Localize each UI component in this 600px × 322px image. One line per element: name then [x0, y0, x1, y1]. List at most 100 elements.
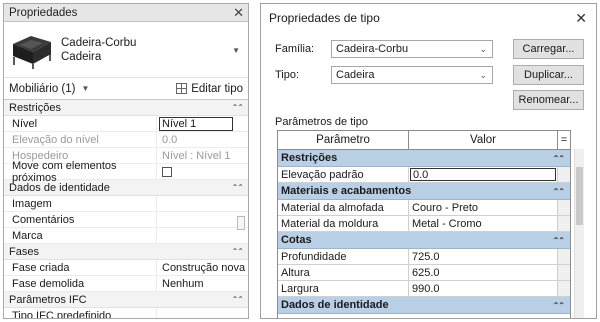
group-label: Dados de identidade	[9, 181, 110, 194]
property-row: Move com elementos próximos	[4, 160, 248, 184]
column-header-formula[interactable]: =	[558, 131, 570, 149]
parameter-value[interactable]: 0.0	[409, 167, 558, 182]
property-value: Nível : Nível 1	[162, 149, 231, 162]
grid-section-identity[interactable]: Dados de identidade ⌃⌃	[278, 297, 570, 314]
close-icon[interactable]: ✕	[575, 10, 587, 27]
chevron-down-icon[interactable]: ▼	[232, 46, 240, 55]
move-with-nearby-checkbox[interactable]	[162, 166, 172, 177]
collapse-icon[interactable]: ⌃⌃	[553, 236, 565, 245]
parameter-value[interactable]: 990.0	[409, 281, 558, 296]
property-name: Marca	[4, 228, 157, 243]
family-value: Cadeira-Corbu	[336, 43, 409, 55]
collapse-icon[interactable]: ⌃⌃	[232, 103, 244, 112]
default-elevation-input[interactable]: 0.0	[410, 168, 556, 181]
property-name: Fase criada	[4, 260, 157, 275]
property-name: Nível	[4, 116, 157, 131]
type-value: Cadeira	[336, 69, 375, 81]
property-value[interactable]: Construção nova	[157, 260, 248, 275]
formula-cell[interactable]	[558, 249, 570, 264]
property-value[interactable]: Nível 1	[157, 116, 248, 131]
rename-button[interactable]: Renomear...	[513, 90, 584, 110]
edit-type-button[interactable]: Editar tipo	[176, 83, 243, 95]
collapse-icon[interactable]: ⌃⌃	[232, 295, 244, 304]
chevron-down-icon: ▼	[81, 84, 90, 93]
collapse-icon[interactable]: ⌃⌃	[553, 154, 565, 163]
formula-cell[interactable]	[558, 216, 570, 231]
section-label: Restrições	[281, 152, 338, 164]
grid-section-dimensions[interactable]: Cotas ⌃⌃	[278, 232, 570, 249]
section-label: Dados de identidade	[281, 299, 389, 311]
property-name: Tipo IFC predefinido	[4, 308, 157, 318]
chair-thumbnail-icon	[13, 35, 51, 69]
properties-palette: Propriedades ✕ Cadeira-Corbu Cadeira ▼ M…	[3, 3, 249, 319]
group-label: Fases	[9, 245, 39, 258]
parameter-name: Largura	[278, 281, 409, 296]
grid-row: Material da almofada Couro - Preto	[278, 200, 570, 216]
collapse-icon[interactable]: ⌃⌃	[232, 247, 244, 256]
load-button[interactable]: Carregar...	[513, 39, 584, 59]
collapse-icon[interactable]: ⌃⌃	[232, 183, 244, 192]
column-header-value[interactable]: Valor	[409, 131, 558, 149]
family-dropdown[interactable]: Cadeira-Corbu ⌄	[331, 40, 493, 58]
section-label: Materiais e acabamentos	[281, 185, 412, 197]
edit-type-icon	[176, 83, 188, 94]
grid-row: Altura 625.0	[278, 265, 570, 281]
group-header-ifc[interactable]: Parâmetros IFC ⌃⌃	[4, 292, 248, 308]
property-value[interactable]	[157, 228, 248, 243]
group-label: Parâmetros IFC	[9, 293, 87, 306]
column-header-parameter[interactable]: Parâmetro	[278, 131, 409, 149]
instance-filter[interactable]: Mobiliário (1) ▼	[9, 83, 89, 95]
parameter-name: Altura	[278, 265, 409, 280]
type-selector[interactable]: Cadeira-Corbu Cadeira ▼	[4, 22, 248, 78]
grid-row: Largura 990.0	[278, 281, 570, 297]
dialog-title-bar: Propriedades de tipo ✕	[261, 4, 596, 32]
type-dropdown[interactable]: Cadeira ⌄	[331, 66, 493, 84]
collapse-icon[interactable]: ⌃⌃	[553, 301, 565, 310]
parameter-value[interactable]: 725.0	[409, 249, 558, 264]
edit-type-label: Editar tipo	[191, 82, 243, 95]
property-name: Fase demolida	[4, 276, 157, 291]
property-row: Fase criada Construção nova	[4, 260, 248, 276]
property-value[interactable]	[157, 308, 248, 318]
group-header-phasing[interactable]: Fases ⌃⌃	[4, 244, 248, 260]
group-label: Restrições	[9, 101, 61, 114]
formula-cell[interactable]	[558, 167, 570, 182]
property-name: Imagem	[4, 196, 157, 211]
chevron-down-icon: ⌄	[479, 43, 487, 54]
parameter-name: Material da moldura	[278, 216, 409, 231]
property-value[interactable]	[157, 212, 248, 227]
formula-cell[interactable]	[558, 265, 570, 280]
property-value[interactable]	[157, 196, 248, 211]
grid-section-materials[interactable]: Materiais e acabamentos ⌃⌃	[278, 183, 570, 200]
property-name: Comentários	[4, 212, 157, 227]
property-value[interactable]: Nenhum	[157, 276, 248, 291]
parameter-value[interactable]: 625.0	[409, 265, 558, 280]
type-row: Tipo: Cadeira ⌄	[275, 66, 493, 84]
property-row: Comentários	[4, 212, 248, 228]
type-properties-dialog: Propriedades de tipo ✕ Família: Cadeira-…	[260, 3, 597, 319]
property-name: Elevação do nível	[4, 132, 157, 147]
property-row: Marca	[4, 228, 248, 244]
property-name: Move com elementos próximos	[4, 160, 157, 184]
formula-cell[interactable]	[558, 200, 570, 215]
grid-row: Elevação padrão 0.0	[278, 167, 570, 183]
collapse-icon[interactable]: ⌃⌃	[553, 187, 565, 196]
section-label: Cotas	[281, 234, 312, 246]
scrollbar-thumb[interactable]	[576, 167, 583, 225]
type-name: Cadeira	[61, 50, 102, 63]
property-row: Imagem	[4, 196, 248, 212]
parameter-value[interactable]: Couro - Preto	[409, 200, 558, 215]
property-row: Nível Nível 1	[4, 116, 248, 132]
type-parameters-grid: Parâmetro Valor = Restrições ⌃⌃ Elevação…	[277, 130, 571, 318]
level-input[interactable]: Nível 1	[159, 117, 233, 131]
properties-title: Propriedades	[9, 6, 78, 19]
duplicate-button[interactable]: Duplicar...	[513, 65, 584, 85]
grid-section-constraints[interactable]: Restrições ⌃⌃	[278, 150, 570, 167]
parameter-value[interactable]: Metal - Cromo	[409, 216, 558, 231]
close-icon[interactable]: ✕	[233, 6, 244, 19]
formula-cell[interactable]	[558, 281, 570, 296]
scrollbar[interactable]	[237, 216, 245, 230]
group-header-constraints[interactable]: Restrições ⌃⌃	[4, 100, 248, 116]
grid-scrollbar[interactable]	[574, 149, 584, 318]
parameter-name: Profundidade	[278, 249, 409, 264]
